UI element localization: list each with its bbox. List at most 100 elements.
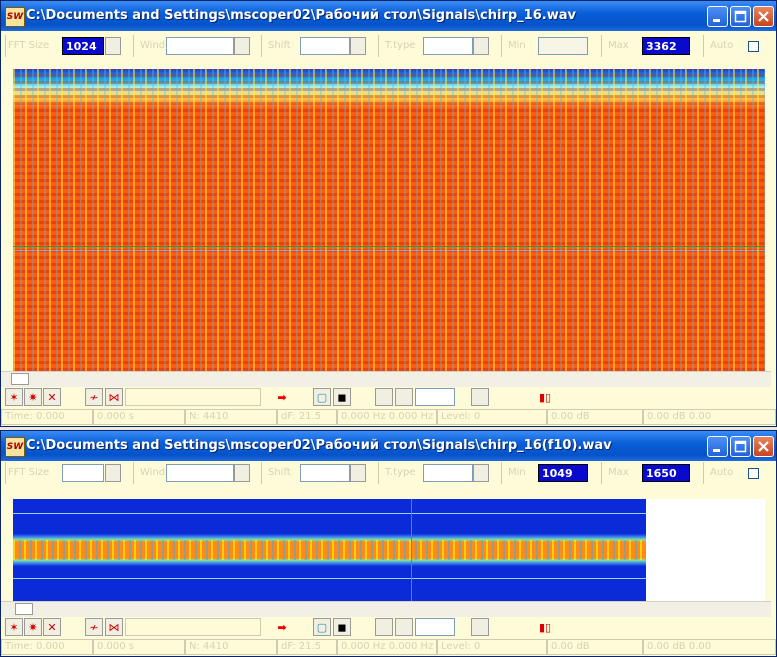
shift-label: Shift [268, 467, 291, 478]
shift-field[interactable] [300, 464, 350, 482]
no-zoom-button[interactable]: ✕ [43, 388, 61, 406]
stop-icon: ◼ [337, 390, 347, 404]
zoom-in-button[interactable]: ✶ [5, 388, 23, 406]
window-label: Wind [140, 40, 166, 51]
zoom-out-icon: ✷ [28, 620, 38, 634]
shift-label: Shift [268, 40, 291, 51]
horizontal-scrollbar[interactable] [1, 601, 771, 617]
status-db2: 0.00 dB 0.00 [643, 639, 776, 655]
type-dropdown[interactable] [473, 464, 489, 482]
window-field[interactable] [166, 37, 234, 55]
auto-checkbox[interactable] [748, 41, 759, 52]
fft-size-field[interactable]: 1024 [62, 37, 104, 55]
window-dropdown[interactable] [234, 464, 250, 482]
wave-button[interactable]: ≁ [85, 388, 103, 406]
wave-cross-button[interactable]: ⋈ [105, 388, 123, 406]
stop-icon: ◼ [337, 620, 347, 634]
step-left-button[interactable] [375, 388, 393, 406]
shift-field[interactable] [300, 37, 350, 55]
position-input[interactable] [125, 618, 261, 636]
status-bar: Time: 0.000 0.000 s N: 4410 dF: 21.5 0.0… [1, 408, 776, 426]
status-seconds: 0.000 s [93, 639, 185, 655]
cursor-line[interactable] [13, 246, 765, 247]
stop-button[interactable]: ◼ [333, 388, 351, 406]
play-button[interactable]: ➡ [273, 618, 291, 636]
type-field[interactable] [423, 464, 473, 482]
horizontal-scrollbar[interactable] [1, 371, 771, 387]
spectrum-button[interactable]: ▮▯ [536, 618, 554, 636]
status-df: dF: 21.5 [277, 409, 337, 425]
no-zoom-icon: ✕ [47, 390, 57, 404]
no-zoom-button[interactable]: ✕ [43, 618, 61, 636]
no-zoom-icon: ✕ [47, 620, 57, 634]
spectrum-icon: ▮▯ [538, 620, 552, 634]
cursor-line[interactable] [13, 578, 646, 579]
step-left-button[interactable] [375, 618, 393, 636]
spectrogram-plot[interactable] [13, 69, 765, 371]
status-db: 0.00 dB [547, 639, 643, 655]
auto-checkbox[interactable] [748, 468, 759, 479]
shift-dropdown[interactable] [350, 37, 366, 55]
min-field[interactable] [538, 37, 588, 55]
fft-size-dropdown[interactable] [105, 464, 121, 482]
title-bar[interactable]: SW C:\Documents and Settings\mscoper02\Р… [1, 1, 776, 31]
wave-cross-button[interactable]: ⋈ [105, 618, 123, 636]
shift-dropdown[interactable] [350, 464, 366, 482]
close-icon [758, 11, 769, 22]
maximize-button[interactable] [730, 6, 751, 27]
fft-size-dropdown[interactable] [105, 37, 121, 55]
copy-button[interactable]: ▢ [313, 388, 331, 406]
minimize-button[interactable] [707, 436, 728, 457]
vertical-scroll-area[interactable] [1, 497, 13, 601]
shift-group: Shift [261, 35, 372, 57]
max-group: Max 1650 [601, 462, 700, 484]
position-input[interactable] [125, 388, 261, 406]
maximize-icon [734, 10, 747, 23]
zoom-in-button[interactable]: ✶ [5, 618, 23, 636]
step-right-button[interactable] [395, 618, 413, 636]
stop-button[interactable]: ◼ [333, 618, 351, 636]
status-db2: 0.00 dB 0.00 [643, 409, 776, 425]
fft-size-field[interactable] [62, 464, 104, 482]
cursor-line[interactable] [13, 513, 646, 514]
type-dropdown[interactable] [473, 37, 489, 55]
step-input[interactable] [415, 618, 455, 636]
max-field[interactable]: 3362 [642, 37, 690, 55]
type-label: T.type [385, 40, 416, 51]
max-field[interactable]: 1650 [642, 464, 690, 482]
window-dropdown[interactable] [234, 37, 250, 55]
zoom-out-button[interactable]: ✷ [24, 388, 42, 406]
min-label: Min [508, 467, 526, 478]
zoom-out-button[interactable]: ✷ [24, 618, 42, 636]
title-bar[interactable]: SW C:\Documents and Settings\mscoper02\Р… [1, 431, 776, 461]
wave-cross-icon: ⋈ [108, 620, 120, 634]
scroll-thumb[interactable] [15, 603, 33, 615]
close-button[interactable] [753, 6, 774, 27]
copy-button[interactable]: ▢ [313, 618, 331, 636]
cursor-line[interactable] [13, 250, 765, 251]
scroll-thumb[interactable] [11, 373, 29, 385]
close-button[interactable] [753, 436, 774, 457]
type-group: T.type [378, 35, 497, 57]
spectrogram-plot[interactable] [13, 499, 646, 601]
copy-icon: ▢ [316, 390, 328, 404]
cursor-line-vertical[interactable] [411, 499, 412, 601]
type-field[interactable] [423, 37, 473, 55]
wave-button[interactable]: ≁ [85, 618, 103, 636]
step-apply-button[interactable] [471, 388, 489, 406]
status-db: 0.00 dB [547, 409, 643, 425]
step-input[interactable] [415, 388, 455, 406]
status-time: Time: 0.000 [1, 409, 93, 425]
minimize-button[interactable] [707, 6, 728, 27]
play-button[interactable]: ➡ [273, 388, 291, 406]
spectrogram-canvas[interactable] [13, 499, 765, 601]
window-field[interactable] [166, 464, 234, 482]
step-apply-button[interactable] [471, 618, 489, 636]
shift-group: Shift [261, 462, 372, 484]
step-right-button[interactable] [395, 388, 413, 406]
spectrum-button[interactable]: ▮▯ [536, 388, 554, 406]
maximize-button[interactable] [730, 436, 751, 457]
min-group: Min [501, 35, 598, 57]
vertical-scroll-area[interactable] [1, 67, 13, 371]
min-field[interactable]: 1049 [538, 464, 588, 482]
